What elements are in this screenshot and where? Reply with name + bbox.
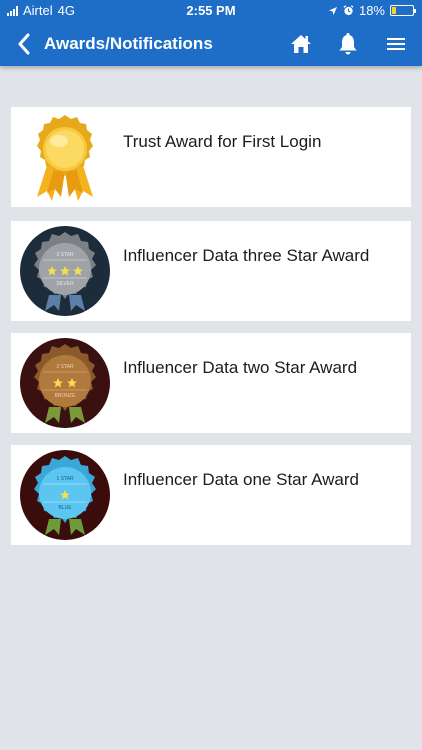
page-title: Awards/Notifications [44,34,213,53]
award-title: Influencer Data three Star Award [123,246,370,265]
award-card[interactable]: 1 STAR BLUE Influencer Data one Star Awa… [11,445,411,545]
chevron-left-icon [18,33,30,55]
bell-icon [339,33,357,55]
blue-star-medal-icon: 1 STAR BLUE [20,450,110,540]
silver-star-medal-icon: 3 STAR SILVER [20,226,110,316]
medal-bottom-text: BLUE [58,505,72,511]
medal-top-text: 3 STAR [56,252,74,258]
battery-icon [390,5,416,16]
app-header: Awards/Notifications [0,22,422,66]
award-card[interactable]: Trust Award for First Login [11,107,411,207]
hamburger-menu-icon [387,38,405,50]
award-card[interactable]: 3 STAR SILVER Influencer Data three Star… [11,221,411,321]
medal-bottom-text: SILVER [56,281,74,287]
medal-bottom-text: BRONZE [55,393,77,399]
award-title: Influencer Data two Star Award [123,358,358,377]
battery-percent: 18% [358,3,385,18]
back-button[interactable] [12,31,36,57]
alarm-icon [343,5,354,16]
award-title: Influencer Data one Star Award [123,470,359,489]
gold-award-ribbon-icon [37,115,93,201]
award-card[interactable]: 2 STAR BRONZE Influencer Data two Star A… [11,333,411,433]
home-icon [291,35,311,53]
notifications-button[interactable] [334,30,362,58]
medal-top-text: 2 STAR [56,364,74,370]
home-button[interactable] [287,30,315,58]
bronze-star-medal-icon: 2 STAR BRONZE [20,338,110,428]
location-icon [328,6,337,15]
award-title: Trust Award for First Login [123,132,322,151]
menu-button[interactable] [382,30,410,58]
medal-top-text: 1 STAR [56,476,74,482]
status-bar: Airtel 4G 2:55 PM 18% [0,0,422,22]
